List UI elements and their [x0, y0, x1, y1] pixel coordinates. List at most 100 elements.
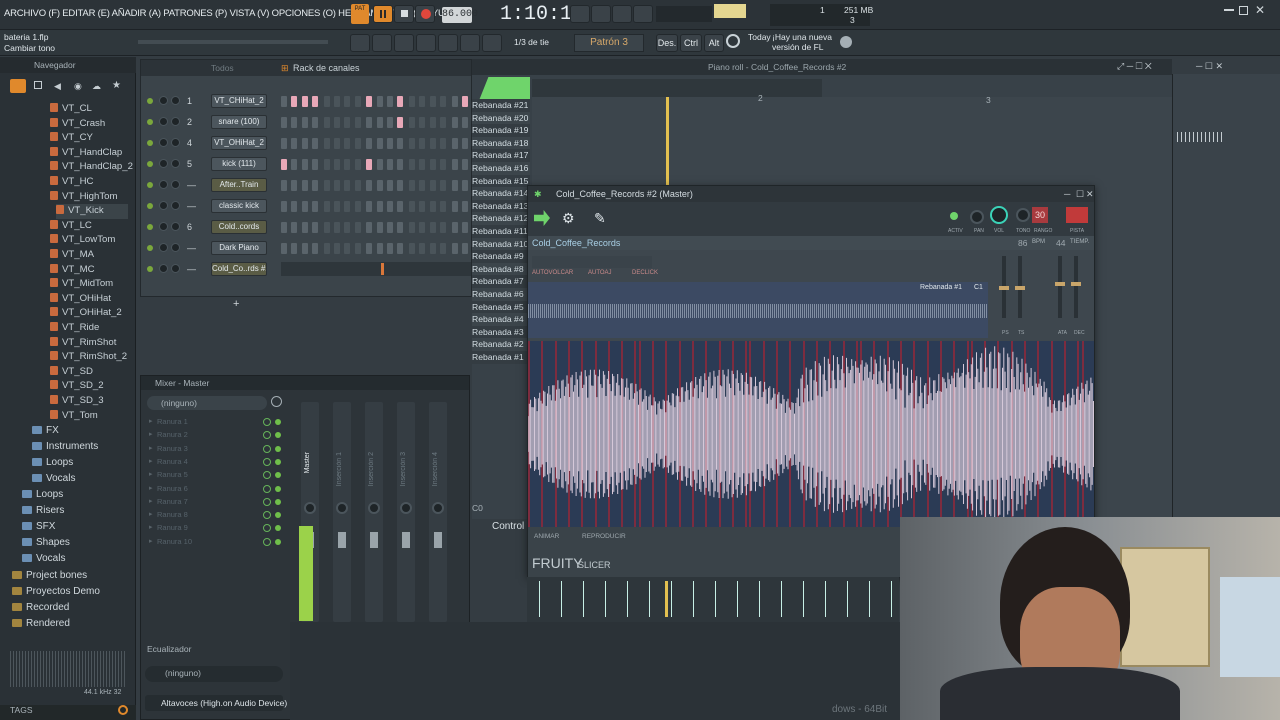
channel-mixer-track[interactable]: —: [187, 201, 196, 211]
rack-filter[interactable]: Todos: [211, 60, 234, 76]
plugin-close-icon[interactable]: ✕: [1086, 186, 1094, 202]
channel-mute-led[interactable]: [147, 203, 153, 209]
channel-mute-led[interactable]: [147, 245, 153, 251]
step-button[interactable]: [311, 96, 318, 107]
step-button[interactable]: [291, 222, 298, 233]
step-button[interactable]: [323, 138, 330, 149]
step-button[interactable]: [281, 138, 287, 149]
track-pan-knob[interactable]: [304, 502, 316, 514]
microphone-icon[interactable]: [482, 34, 502, 52]
browser-options-icon[interactable]: [10, 79, 26, 93]
step-button[interactable]: [344, 96, 351, 107]
wrench-icon[interactable]: ✎: [594, 210, 606, 227]
step-button[interactable]: [334, 117, 340, 128]
step-button[interactable]: [301, 138, 308, 149]
browser-item[interactable]: VT_RimShot: [50, 336, 116, 351]
browser-item[interactable]: VT_HC: [50, 175, 93, 190]
slot-mix-knob[interactable]: [263, 431, 271, 440]
step-button[interactable]: [419, 180, 426, 191]
slot-enable-led[interactable]: [275, 432, 281, 439]
browser-folder[interactable]: Proyectos Demo: [12, 584, 100, 600]
news-arrow-icon[interactable]: [840, 36, 852, 48]
step-button[interactable]: [429, 180, 436, 191]
channel-mute-led[interactable]: [147, 119, 153, 125]
step-button[interactable]: [323, 180, 330, 191]
slot-enable-led[interactable]: [275, 472, 281, 479]
playlist-clip[interactable]: [1177, 132, 1225, 142]
channel-name-button[interactable]: Cold_Co..rds #2: [211, 262, 267, 276]
browser-folder[interactable]: Vocals: [32, 471, 75, 487]
step-button[interactable]: [376, 96, 383, 107]
step-button[interactable]: [387, 180, 393, 191]
step-button[interactable]: [462, 243, 469, 254]
step-button[interactable]: [301, 243, 308, 254]
step-button[interactable]: [376, 201, 383, 212]
channel-mixer-track[interactable]: —: [187, 264, 196, 274]
cloud-icon[interactable]: ☁: [92, 81, 101, 92]
slice-key[interactable]: Rebanada #19: [472, 124, 530, 137]
step-button[interactable]: [366, 243, 373, 254]
step-button[interactable]: [354, 180, 361, 191]
step-button[interactable]: [344, 201, 351, 212]
step-button[interactable]: [376, 138, 383, 149]
slice-key[interactable]: Rebanada #11: [472, 225, 530, 238]
browser-item[interactable]: VT_Tom: [50, 409, 98, 424]
mixer-slot[interactable]: ▸ Ranura 2: [147, 429, 283, 441]
step-button[interactable]: [344, 159, 351, 170]
slot-enable-led[interactable]: [275, 538, 281, 545]
channel-mixer-track[interactable]: 6: [187, 222, 192, 232]
step-button[interactable]: [440, 222, 446, 233]
step-button[interactable]: [462, 138, 469, 149]
step-button[interactable]: [409, 201, 416, 212]
main-waveform[interactable]: [528, 341, 1094, 527]
step-button[interactable]: [291, 96, 298, 107]
browser-item[interactable]: VT_CY: [50, 131, 93, 146]
step-button[interactable]: [344, 117, 351, 128]
channel-vol-knob[interactable]: [171, 243, 180, 252]
step-button[interactable]: [354, 138, 361, 149]
slicer-option-toggle[interactable]: DECLICK: [632, 270, 658, 276]
envelope-fader[interactable]: [1015, 256, 1025, 318]
news-text[interactable]: ¡Hay una nueva versión de FL Studio está…: [772, 32, 838, 54]
animate-toggle[interactable]: ANIMAR: [534, 533, 559, 540]
slice-key[interactable]: Rebanada #17: [472, 149, 530, 162]
browser-folder[interactable]: Rendered: [12, 616, 70, 632]
step-button[interactable]: [354, 222, 361, 233]
step-button[interactable]: [409, 159, 416, 170]
step-button[interactable]: [451, 222, 458, 233]
piano-roll-preview[interactable]: [281, 262, 471, 276]
mixer-slot[interactable]: ▸ Ranura 3: [147, 443, 283, 455]
close-icon[interactable]: ✕: [1255, 3, 1265, 17]
channel-vol-knob[interactable]: [171, 117, 180, 126]
step-button[interactable]: [451, 159, 458, 170]
envelope-fader[interactable]: [1055, 256, 1065, 318]
browser-folder[interactable]: Recorded: [12, 600, 69, 616]
browser-folder[interactable]: SFX: [22, 519, 55, 535]
slice-key[interactable]: Rebanada #15: [472, 174, 530, 188]
channel-vol-knob[interactable]: [171, 159, 180, 168]
channel-mixer-track[interactable]: 2: [187, 117, 192, 127]
browser-item[interactable]: VT_SD: [50, 365, 93, 380]
step-button[interactable]: [376, 180, 383, 191]
step-button[interactable]: [334, 201, 340, 212]
playlist-icon[interactable]: [350, 34, 370, 52]
channel-name-button[interactable]: Cold..cords: [211, 220, 267, 234]
step-button[interactable]: [291, 138, 298, 149]
slicer-buttons[interactable]: [532, 256, 652, 268]
step-button[interactable]: [311, 201, 318, 212]
slice-overview[interactable]: Rebanada #1 C1: [528, 282, 988, 338]
step-button[interactable]: [323, 159, 330, 170]
browser-item[interactable]: VT_Kick: [56, 204, 128, 219]
channel-vol-knob[interactable]: [171, 222, 180, 231]
step-button[interactable]: [323, 96, 330, 107]
channel-name-button[interactable]: Dark Piano: [211, 241, 267, 255]
browser-item[interactable]: VT_RimShot_2: [50, 350, 127, 365]
mixer-slot[interactable]: ▸ Ranura 5: [147, 469, 283, 481]
channel-vol-knob[interactable]: [171, 96, 180, 105]
channel-mute-led[interactable]: [147, 224, 153, 230]
slot-mix-knob[interactable]: [263, 497, 271, 506]
wait-icon[interactable]: [612, 5, 632, 23]
step-button[interactable]: [440, 117, 446, 128]
step-button[interactable]: [366, 96, 373, 107]
channel-rack-icon[interactable]: [394, 34, 414, 52]
